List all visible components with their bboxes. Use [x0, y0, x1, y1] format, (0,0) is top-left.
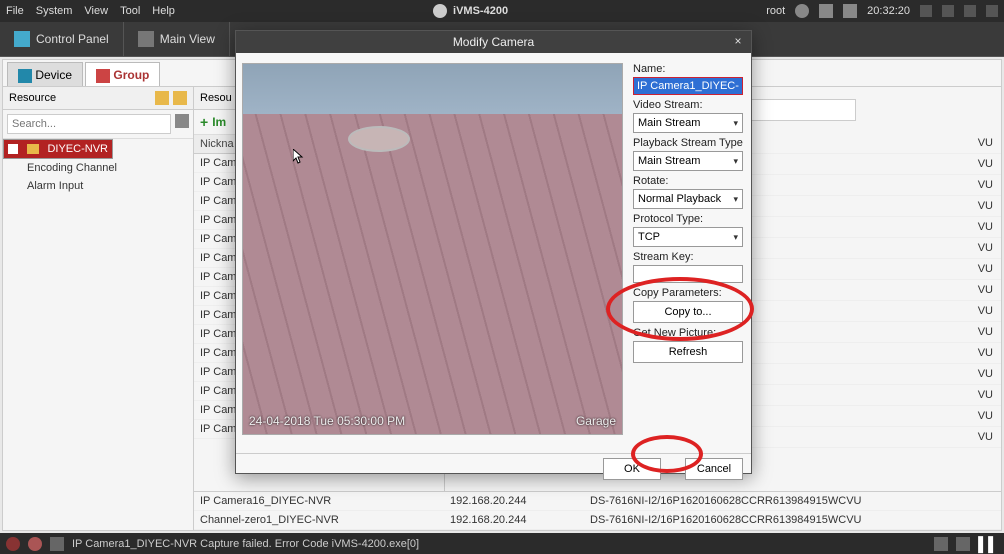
resource-panel: Resource DIYEC-NVR Encoding Channel Alar…: [3, 87, 194, 530]
list-item[interactable]: VU: [445, 406, 1001, 427]
add-folder-icon[interactable]: [155, 91, 169, 105]
menu-file[interactable]: File: [6, 5, 24, 17]
minimize-icon[interactable]: [942, 5, 954, 17]
menu-bar: File System View Tool Help iVMS-4200 roo…: [0, 0, 1004, 22]
list-item[interactable]: IP Camera: [194, 306, 444, 325]
expand-icon[interactable]: [956, 537, 970, 551]
control-panel-label: Control Panel: [36, 32, 109, 46]
menu-view[interactable]: View: [84, 5, 108, 17]
list-item[interactable]: IP Camera: [194, 211, 444, 230]
list-header-nickname: Nickna: [194, 135, 444, 154]
main-view-label: Main View: [160, 32, 215, 46]
app-title: iVMS-4200: [453, 5, 508, 17]
camera-list-panel: Resou + Im Nickna IP CameraIP CameraIP C…: [194, 87, 445, 491]
user-label: root: [766, 5, 785, 17]
list-item[interactable]: IP Camera: [194, 173, 444, 192]
table-row[interactable]: IP Camera16_DIYEC-NVR 192.168.20.244 DS-…: [194, 492, 1001, 511]
app-logo-icon: [433, 4, 447, 18]
menu-help[interactable]: Help: [152, 5, 175, 17]
list-item[interactable]: IP Camera: [194, 249, 444, 268]
list-item[interactable]: VU: [445, 427, 1001, 448]
folder-open-icon: [8, 144, 18, 154]
list-item[interactable]: IP Camera: [194, 230, 444, 249]
cpu-icon[interactable]: [843, 4, 857, 18]
top-tabs: Device Group: [3, 60, 1001, 86]
list-item[interactable]: IP Camera: [194, 154, 444, 173]
details-panel: VUVUVUVUVUVUVUVUVUVUVUVUVUVUVU: [445, 87, 1001, 491]
plus-icon: +: [200, 114, 208, 130]
tab-group[interactable]: Group: [85, 62, 160, 86]
status-bar: IP Camera1_DIYEC-NVR Capture failed. Err…: [0, 533, 1004, 554]
list-item[interactable]: VU: [445, 385, 1001, 406]
list-item[interactable]: VU: [445, 133, 1001, 154]
list-item[interactable]: VU: [445, 364, 1001, 385]
delete-folder-icon[interactable]: [173, 91, 187, 105]
alert-icon[interactable]: [6, 537, 20, 551]
tree-encoding-channel[interactable]: Encoding Channel: [3, 159, 193, 177]
list-item[interactable]: IP Camera: [194, 192, 444, 211]
resource-title: Resource: [9, 92, 56, 104]
warn-icon[interactable]: [28, 537, 42, 551]
list-item[interactable]: IP Camera: [194, 344, 444, 363]
device-icon: [18, 69, 32, 83]
arrow-icon[interactable]: [50, 537, 64, 551]
lock-icon[interactable]: [920, 5, 932, 17]
mid-title: Resou: [200, 92, 232, 104]
status-message: IP Camera1_DIYEC-NVR Capture failed. Err…: [72, 538, 419, 550]
control-panel-button[interactable]: Control Panel: [0, 22, 124, 56]
main-view-icon: [138, 31, 154, 47]
maximize-icon[interactable]: [964, 5, 976, 17]
control-panel-icon: [14, 31, 30, 47]
list-item[interactable]: IP Camera: [194, 401, 444, 420]
list-item[interactable]: IP Camera: [194, 382, 444, 401]
resource-search-input[interactable]: [7, 114, 171, 134]
close-icon[interactable]: [986, 5, 998, 17]
list-item[interactable]: VU: [445, 217, 1001, 238]
table-row[interactable]: Channel-zero1_DIYEC-NVR 192.168.20.244 D…: [194, 511, 1001, 530]
list-item[interactable]: IP Camera: [194, 325, 444, 344]
tree-alarm-input[interactable]: Alarm Input: [3, 177, 193, 195]
import-button[interactable]: Im: [212, 115, 226, 129]
pin-icon[interactable]: [934, 537, 948, 551]
list-item[interactable]: VU: [445, 154, 1001, 175]
list-item[interactable]: VU: [445, 238, 1001, 259]
list-item[interactable]: VU: [445, 301, 1001, 322]
list-item[interactable]: VU: [445, 175, 1001, 196]
list-item[interactable]: IP Camera: [194, 363, 444, 382]
list-item[interactable]: VU: [445, 322, 1001, 343]
folder-icon: [27, 144, 39, 154]
main-view-button[interactable]: Main View: [124, 22, 230, 56]
filter-input[interactable]: [590, 99, 856, 121]
net-icon[interactable]: [795, 4, 809, 18]
tab-device[interactable]: Device: [7, 62, 83, 86]
list-item[interactable]: VU: [445, 343, 1001, 364]
pause-icon[interactable]: ▌▌: [978, 536, 998, 552]
main-toolbar: Control Panel Main View: [0, 22, 1004, 57]
list-item[interactable]: IP Camera: [194, 420, 444, 439]
hdd-icon[interactable]: [819, 4, 833, 18]
group-icon: [96, 69, 110, 83]
search-icon[interactable]: [175, 114, 189, 128]
menu-tool[interactable]: Tool: [120, 5, 140, 17]
list-item[interactable]: IP Camera: [194, 268, 444, 287]
list-item[interactable]: IP Camera: [194, 287, 444, 306]
menu-system[interactable]: System: [36, 5, 73, 17]
tree-root[interactable]: DIYEC-NVR: [3, 139, 113, 159]
list-item[interactable]: VU: [445, 280, 1001, 301]
clock-label: 20:32:20: [867, 5, 910, 17]
list-item[interactable]: VU: [445, 196, 1001, 217]
list-item[interactable]: VU: [445, 259, 1001, 280]
